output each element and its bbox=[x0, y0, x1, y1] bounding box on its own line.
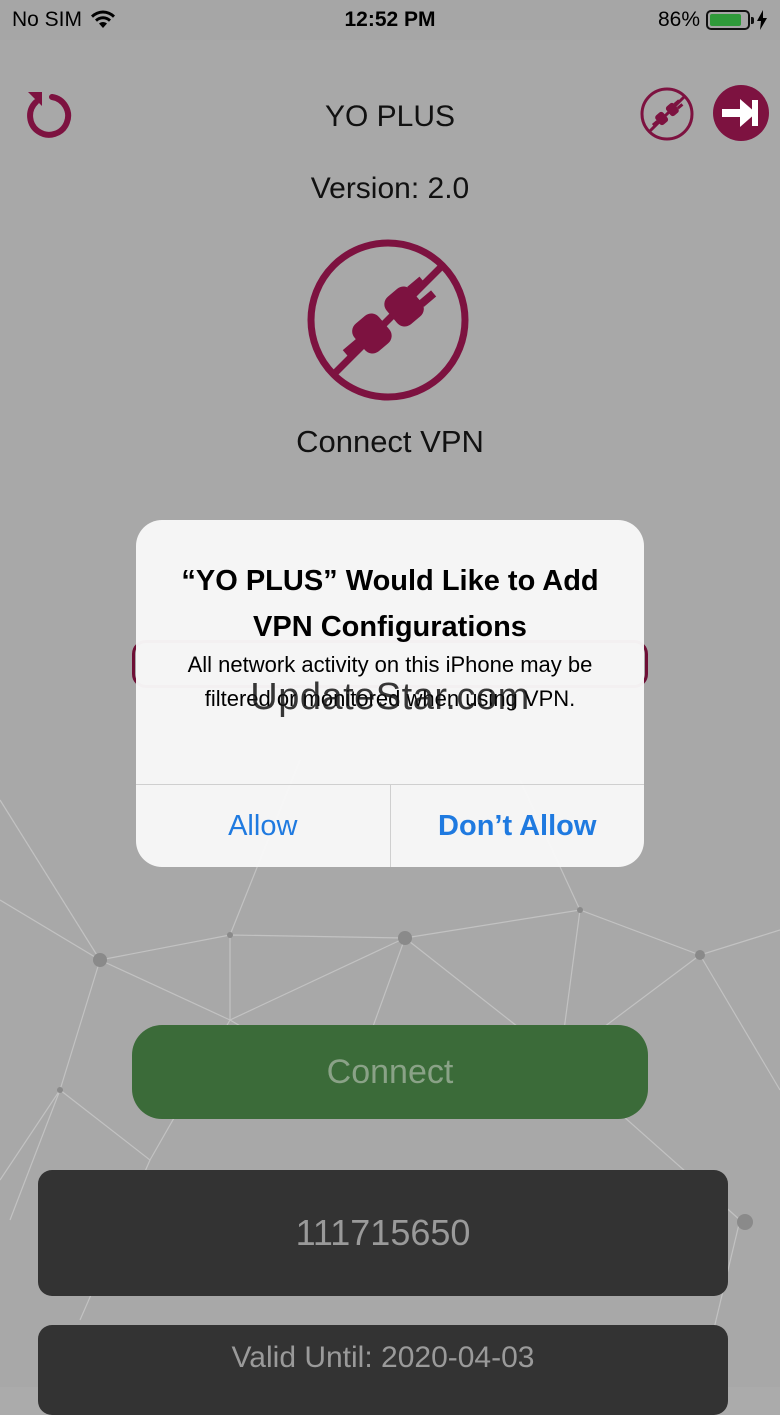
watermark: UpdateStar.com bbox=[250, 676, 530, 718]
alert-title: “YO PLUS” Would Like to Add VPN Configur… bbox=[181, 565, 599, 643]
connect-vpn-icon[interactable] bbox=[306, 238, 470, 402]
version-label: Version: 2.0 bbox=[310, 172, 470, 205]
charging-icon bbox=[757, 10, 767, 30]
logout-icon[interactable] bbox=[712, 84, 770, 142]
user-id-field: 111715650 bbox=[38, 1170, 728, 1296]
dont-allow-button[interactable]: Don’t Allow bbox=[389, 785, 645, 867]
connect-button[interactable]: Connect bbox=[132, 1025, 648, 1119]
valid-until-field: Valid Until: 2020-04-03 bbox=[38, 1325, 728, 1415]
status-right: 86% bbox=[658, 8, 768, 32]
battery-icon bbox=[706, 10, 754, 30]
connect-vpn-label: Connect VPN bbox=[296, 424, 484, 459]
plug-off-icon[interactable] bbox=[639, 86, 695, 142]
battery-fill bbox=[710, 14, 741, 26]
status-bar: No SIM 12:52 PM 86% bbox=[0, 0, 780, 40]
allow-button[interactable]: Allow bbox=[136, 785, 390, 867]
alert-actions: Allow Don’t Allow bbox=[136, 784, 644, 867]
battery-percent: 86% bbox=[657, 8, 700, 31]
